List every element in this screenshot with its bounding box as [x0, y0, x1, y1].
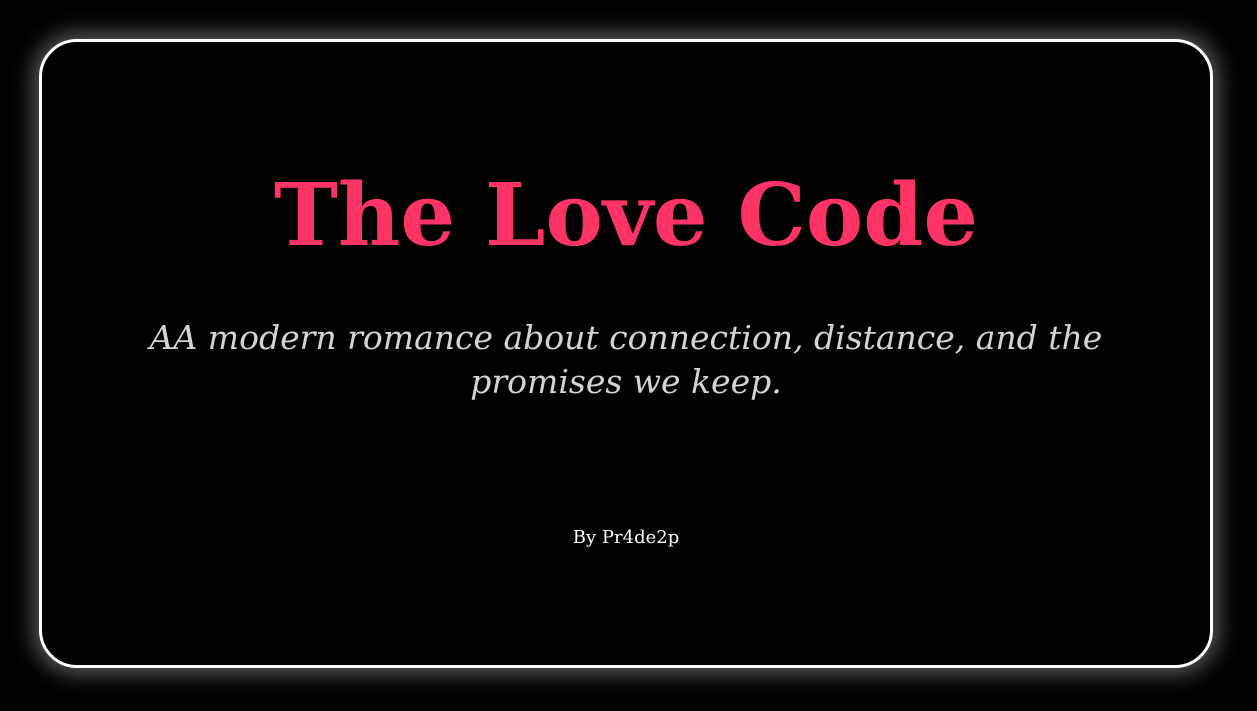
book-tagline: AA modern romance about connection, dist…: [149, 318, 1103, 401]
author-byline: By Pr4de2p: [572, 527, 680, 548]
page-stage: The Love Code AA modern romance about co…: [0, 0, 1257, 711]
title-card: The Love Code AA modern romance about co…: [39, 39, 1213, 668]
book-title: The Love Code: [273, 165, 979, 266]
